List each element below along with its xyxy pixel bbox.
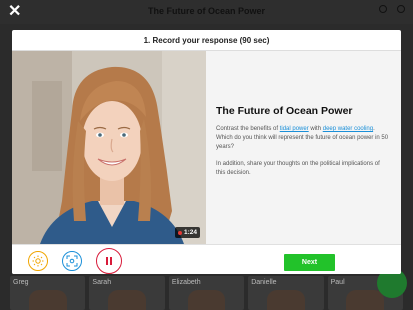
participant-strip: Greg Sarah Elizabeth Danielle Paul (0, 276, 413, 310)
participant-name: Danielle (251, 279, 277, 286)
participant-name: Greg (13, 279, 29, 286)
modal-body: 1:24 The Future of Ocean Power Contrast … (12, 51, 401, 244)
prompt-text-segment: with (308, 126, 323, 132)
brightness-button[interactable] (28, 251, 48, 271)
prompt-title: The Future of Ocean Power (216, 105, 353, 117)
participant-tile: Danielle (248, 276, 324, 310)
video-preview: 1:24 (12, 51, 206, 244)
participant-name: Paul (330, 279, 345, 286)
recording-timer: 1:24 (174, 227, 200, 238)
participant-thumbnail (187, 290, 226, 310)
prompt-panel: The Future of Ocean Power Contrast the b… (206, 51, 401, 244)
participant-thumbnail (267, 290, 305, 310)
prompt-paragraph: In addition, share your thoughts on the … (216, 161, 380, 176)
pause-button[interactable] (96, 248, 122, 274)
focus-button[interactable] (62, 251, 82, 271)
pause-icon (106, 257, 112, 265)
prompt-paragraph: Contrast the benefits of tidal power wit… (216, 125, 389, 152)
participant-name: Sarah (92, 279, 112, 286)
participant-tile: Elizabeth (168, 276, 245, 310)
participant-tile: Sarah (89, 276, 165, 310)
record-response-modal: 1. Record your response (90 sec) 1:24 Th… (12, 30, 401, 274)
participant-thumbnail (108, 290, 146, 310)
prompt-text-segment: Contrast the benefits of (216, 126, 280, 132)
more-icon (397, 5, 405, 13)
participant-tile: Greg (10, 276, 86, 310)
background-toolbar-icons (379, 5, 405, 13)
search-icon (379, 5, 387, 13)
background-topbar: The Future of Ocean Power (0, 0, 413, 24)
tidal-power-link[interactable]: tidal power (280, 126, 309, 132)
participant-thumbnail (28, 290, 67, 310)
next-button[interactable]: Next (284, 254, 335, 271)
modal-footer: Next (12, 244, 401, 274)
webcam-portrait (12, 51, 206, 244)
deep-water-cooling-link[interactable]: deep water cooling (323, 126, 373, 132)
timer-value: 1:24 (183, 229, 197, 236)
close-icon[interactable]: ✕ (8, 4, 21, 20)
participant-name: Elizabeth (171, 279, 201, 286)
prompt-text: Contrast the benefits of tidal power wit… (216, 125, 389, 178)
recording-dot-icon (177, 230, 182, 235)
participant-thumbnail (346, 290, 385, 310)
sun-icon (32, 255, 44, 267)
background-title: The Future of Ocean Power (147, 6, 266, 16)
focus-frame-icon (66, 255, 78, 267)
modal-header: 1. Record your response (90 sec) (12, 30, 401, 51)
